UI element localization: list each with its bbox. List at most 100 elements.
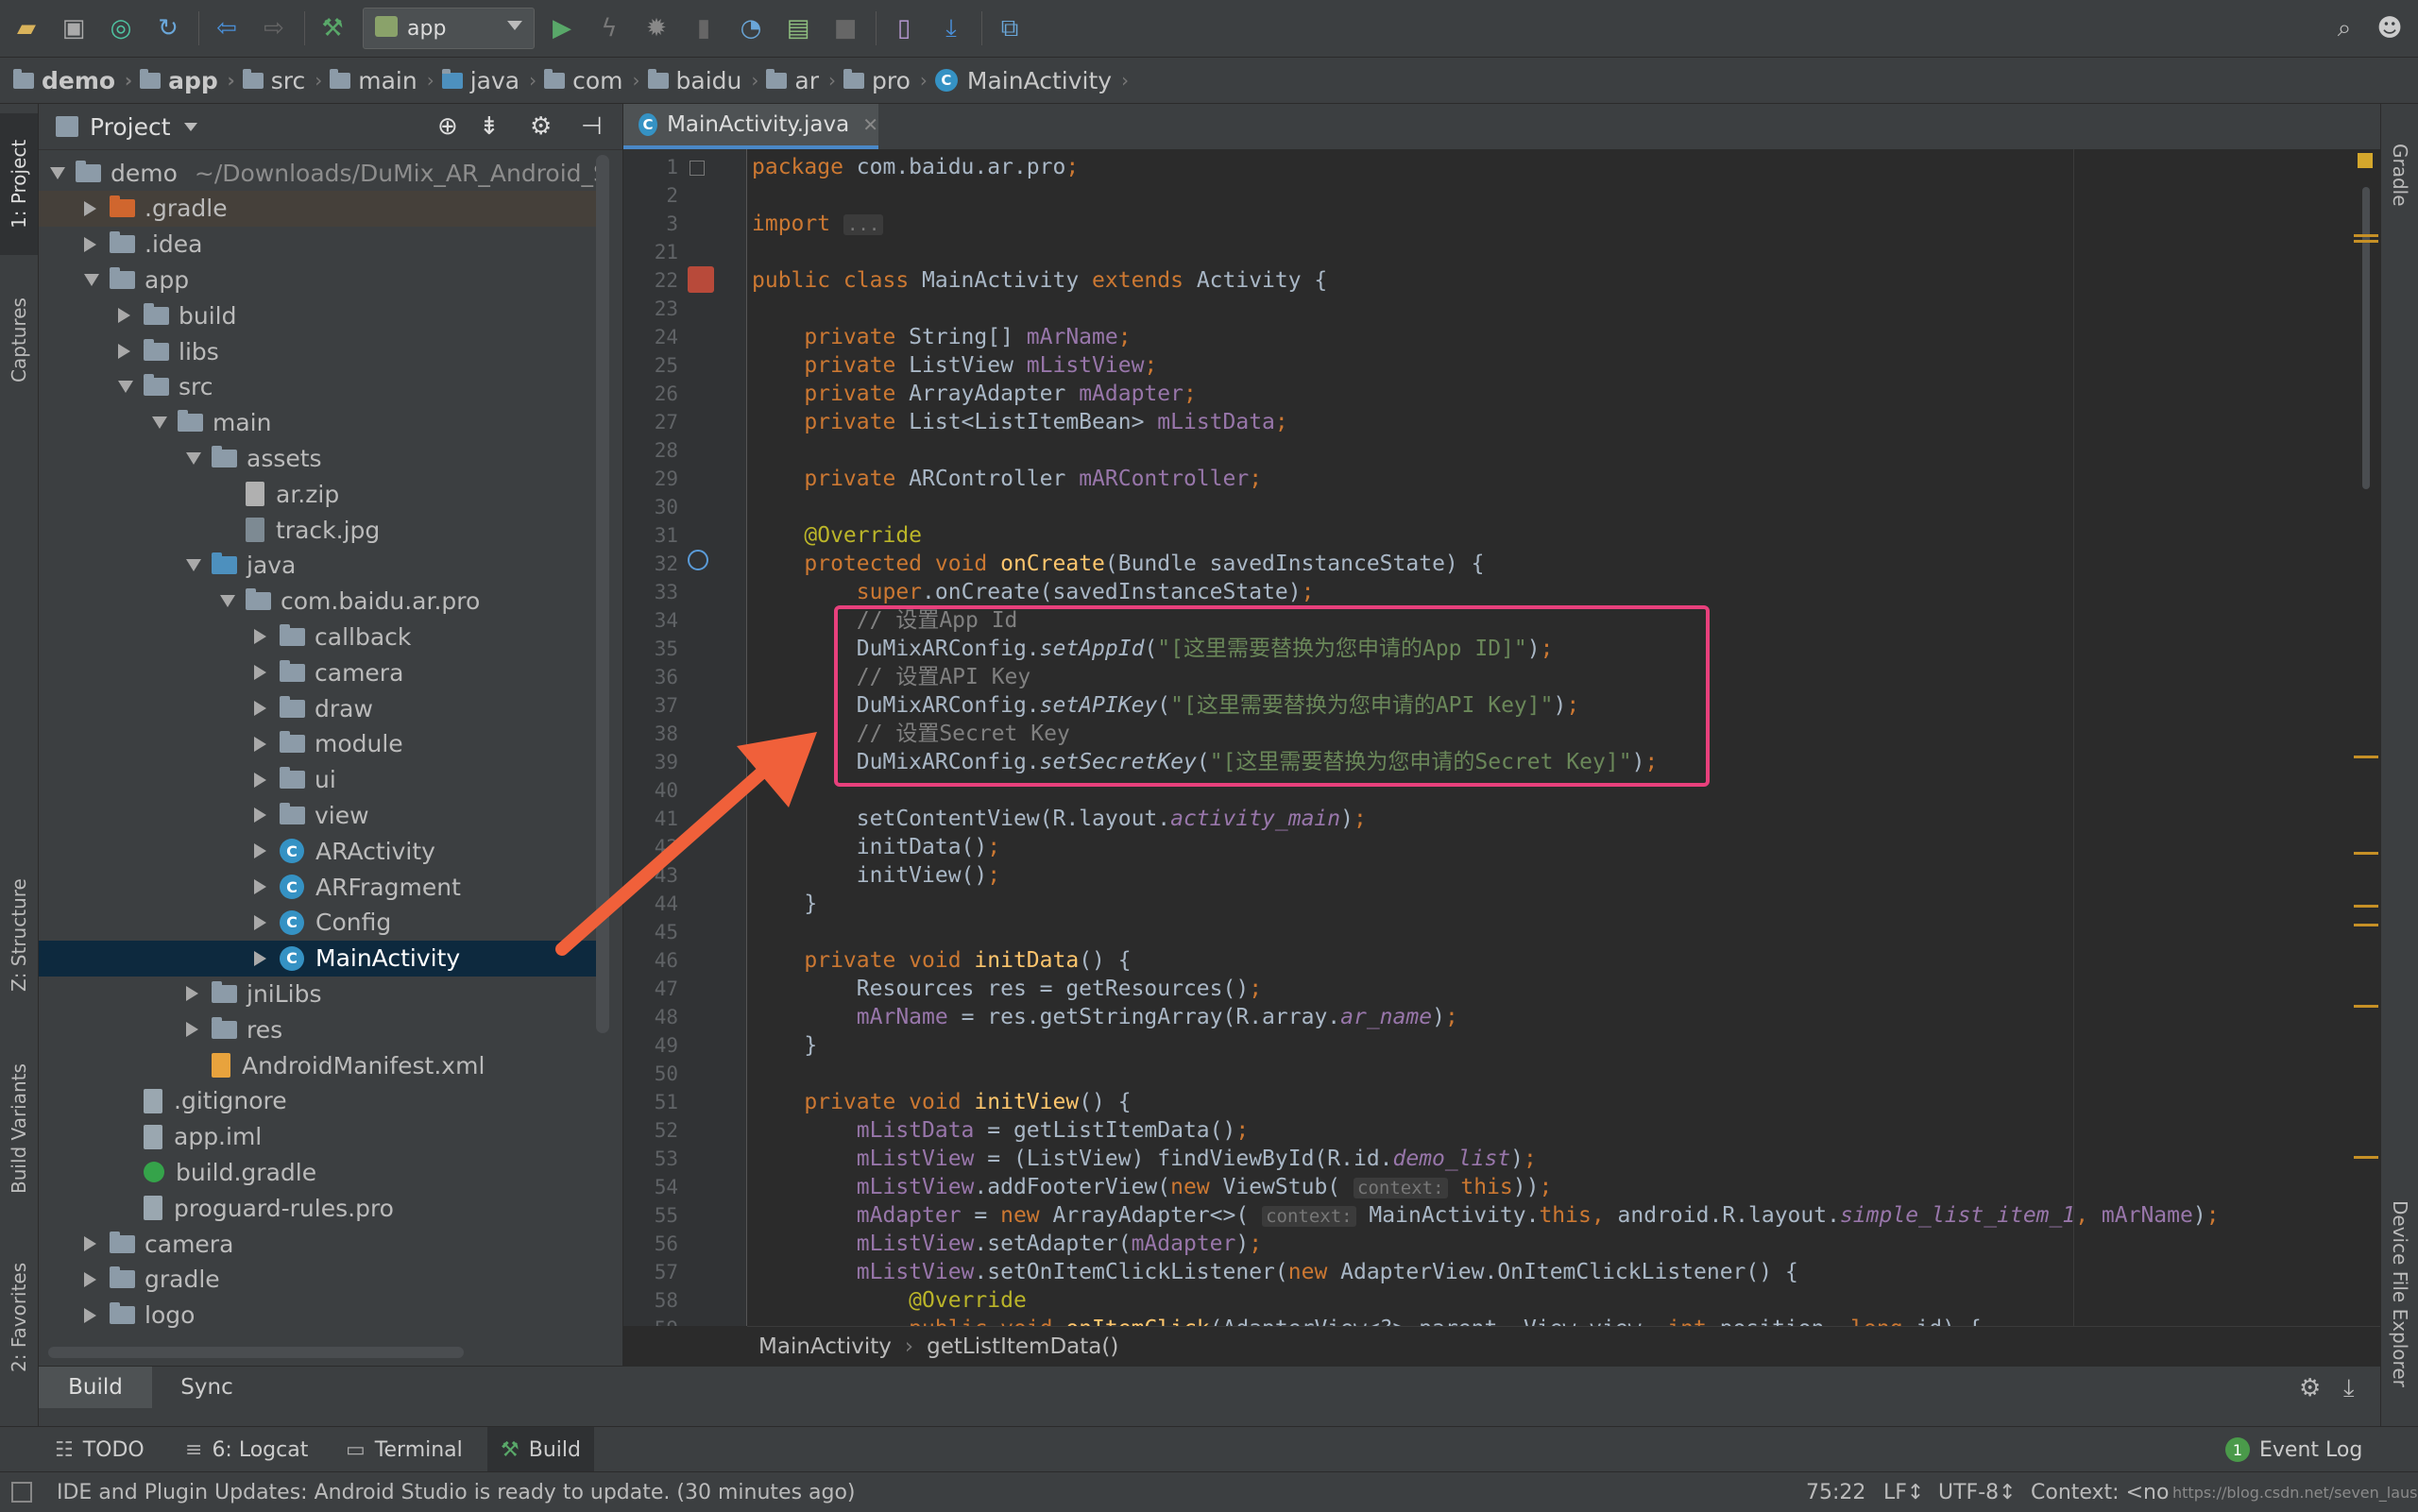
refresh-icon[interactable]: ↻ — [149, 9, 187, 47]
tree-item[interactable]: module — [39, 726, 596, 762]
chevron-right-icon[interactable] — [186, 986, 198, 1002]
run-configuration-select[interactable]: app — [363, 8, 535, 49]
tree-item[interactable]: jniLibs — [39, 976, 596, 1011]
tree-item[interactable]: java — [39, 548, 596, 584]
back-icon[interactable]: ⇦ — [208, 9, 246, 47]
chevron-right-icon[interactable] — [254, 772, 266, 788]
code-line[interactable]: mListView = (ListView) findViewById(R.id… — [752, 1145, 1537, 1173]
code-line[interactable]: } — [752, 1031, 817, 1060]
code-line[interactable]: mListView.setOnItemClickListener(new Ada… — [752, 1258, 1798, 1286]
code-line[interactable]: package com.baidu.ar.pro; — [752, 153, 1079, 181]
search-icon[interactable]: ⌕ — [2325, 9, 2363, 47]
tree-item[interactable]: C ARFragment — [39, 869, 596, 905]
tree-item[interactable]: C ARActivity — [39, 833, 596, 869]
chevron-down-icon[interactable] — [118, 381, 133, 394]
chevron-down-icon[interactable] — [186, 451, 201, 465]
close-icon[interactable]: ✕ — [862, 113, 878, 136]
tree-item[interactable]: app — [39, 262, 596, 297]
tree-item[interactable]: view — [39, 797, 596, 833]
scroll-from-source-icon[interactable]: ⊕ — [437, 112, 458, 141]
code-line[interactable]: public void onItemClick(AdapterView<?> p… — [752, 1315, 1982, 1326]
chevron-right-icon[interactable] — [118, 344, 130, 359]
tree-item[interactable]: demo ~/Downloads/DuMix_AR_Android_S — [39, 155, 608, 191]
tree-item[interactable]: callback — [39, 619, 596, 654]
tree-horizontal-scrollbar[interactable] — [48, 1347, 464, 1358]
run-coverage-icon[interactable]: ▤ — [779, 9, 817, 47]
chevron-right-icon[interactable] — [84, 1271, 96, 1287]
breadcrumb-demo[interactable]: demo › — [0, 58, 132, 103]
warning-marker[interactable] — [2354, 1156, 2378, 1159]
tree-item[interactable]: ui — [39, 762, 596, 798]
code-line[interactable]: setContentView(R.layout.activity_main); — [752, 805, 1367, 833]
code-line[interactable]: Resources res = getResources(); — [752, 975, 1262, 1003]
code-line[interactable]: import ... — [752, 210, 884, 238]
chevron-down-icon[interactable] — [152, 416, 167, 430]
chevron-right-icon[interactable] — [118, 308, 130, 324]
warning-marker[interactable] — [2354, 1005, 2378, 1008]
tree-item[interactable]: logo — [39, 1298, 596, 1334]
code-line[interactable]: private ARController mARController; — [752, 465, 1262, 493]
tree-item[interactable]: ar.zip — [39, 476, 596, 512]
encoding-selector[interactable]: UTF-8↕ — [1938, 1481, 2017, 1504]
tool-windows-icon[interactable] — [11, 1482, 32, 1503]
tree-item[interactable]: src — [39, 369, 596, 405]
hide-panel-icon[interactable]: ⤓ — [2343, 1374, 2355, 1403]
breadcrumb-app[interactable]: app › — [127, 58, 235, 103]
breadcrumb-java[interactable]: java › — [429, 58, 536, 103]
inspection-status-icon[interactable] — [2358, 153, 2373, 168]
editor-breadcrumb-method[interactable]: getListItemData() — [927, 1334, 1118, 1359]
collapse-all-icon[interactable]: ⇟ — [479, 112, 500, 141]
code-line[interactable]: private ListView mListView; — [752, 351, 1157, 380]
chevron-right-icon[interactable] — [254, 807, 266, 824]
chevron-down-icon[interactable] — [183, 122, 197, 131]
hide-panel-icon[interactable]: ⊣ — [581, 112, 603, 141]
code-line[interactable]: super.onCreate(savedInstanceState); — [752, 578, 1315, 606]
user-icon[interactable]: ☻ — [2371, 9, 2409, 47]
structure-tool-tab[interactable]: Z: Structure — [0, 859, 38, 1011]
code-line[interactable]: @Override — [752, 521, 922, 550]
code-line[interactable]: protected void onCreate(Bundle savedInst… — [752, 550, 1484, 578]
run-icon[interactable]: ▶ — [543, 9, 581, 47]
save-icon[interactable]: ▣ — [55, 9, 93, 47]
chevron-right-icon[interactable] — [254, 914, 266, 930]
code-line[interactable]: public class MainActivity extends Activi… — [752, 266, 1327, 295]
gear-icon[interactable]: ⚙ — [2299, 1374, 2321, 1402]
breadcrumb-ar[interactable]: ar › — [753, 58, 836, 103]
line-separator-selector[interactable]: LF↕ — [1883, 1481, 1924, 1504]
breadcrumb-src[interactable]: src › — [230, 58, 322, 103]
open-folder-icon[interactable]: ▰ — [8, 9, 45, 47]
tab-sync[interactable]: Sync — [160, 1367, 254, 1408]
breadcrumb-main[interactable]: main › — [316, 58, 434, 103]
warning-marker[interactable] — [2354, 905, 2378, 908]
chevron-right-icon[interactable] — [186, 1022, 198, 1038]
chevron-right-icon[interactable] — [254, 950, 266, 966]
favorites-tool-tab[interactable]: 2: Favorites — [0, 1247, 38, 1388]
tab-logcat[interactable]: ≡ 6: Logcat — [185, 1427, 308, 1472]
gear-icon[interactable]: ⚙ — [530, 112, 552, 141]
tree-item[interactable]: res — [39, 1011, 596, 1047]
tree-item[interactable]: build — [39, 297, 596, 333]
layout-inspector-icon[interactable]: ⧉ — [991, 9, 1029, 47]
code-line[interactable]: @Override — [752, 1286, 1027, 1315]
warning-marker[interactable] — [2354, 852, 2378, 855]
tab-terminal[interactable]: ▭ Terminal — [346, 1427, 463, 1472]
avd-manager-icon[interactable]: ▯ — [885, 9, 923, 47]
sync-icon[interactable]: ◎ — [102, 9, 140, 47]
chevron-right-icon[interactable] — [254, 701, 266, 716]
implements-gutter-icon[interactable] — [688, 550, 708, 570]
forward-icon[interactable]: ⇨ — [255, 9, 293, 47]
editor-error-stripe[interactable] — [2352, 149, 2380, 1326]
warning-marker[interactable] — [2354, 234, 2378, 237]
fold-marker[interactable] — [690, 161, 705, 176]
tree-item[interactable]: build.gradle — [39, 1154, 596, 1190]
chevron-right-icon[interactable] — [84, 1307, 96, 1323]
code-line[interactable]: mArName = res.getStringArray(R.array.ar_… — [752, 1003, 1458, 1031]
chevron-down-icon[interactable] — [84, 273, 99, 286]
tree-item[interactable]: main — [39, 405, 596, 441]
code-line[interactable]: private String[] mArName; — [752, 323, 1131, 351]
warning-marker[interactable] — [2354, 756, 2378, 758]
chevron-right-icon[interactable] — [254, 879, 266, 894]
project-tool-tab[interactable]: 1: Project — [0, 113, 38, 255]
tree-item[interactable]: libs — [39, 333, 596, 369]
code-line[interactable]: mListData = getListItemData(); — [752, 1116, 1249, 1145]
